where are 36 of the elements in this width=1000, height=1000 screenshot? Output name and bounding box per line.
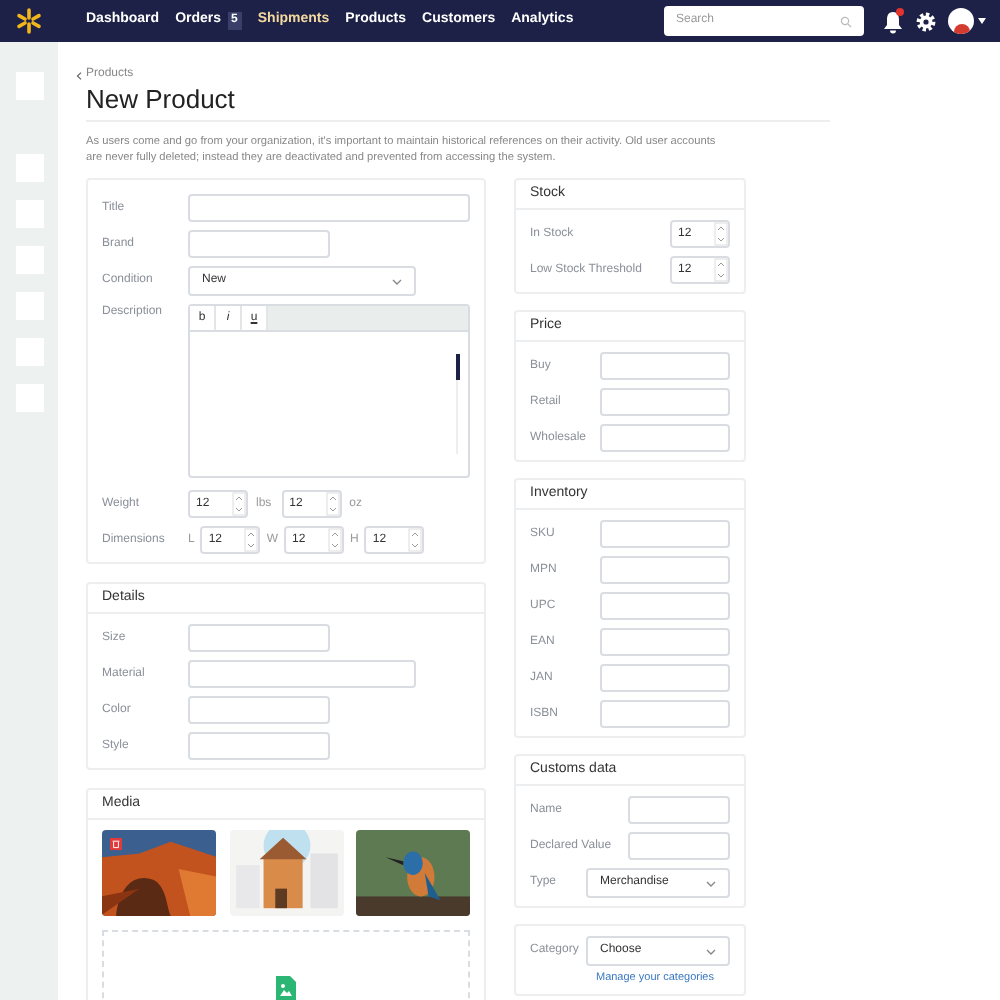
input-field[interactable]: [600, 388, 730, 416]
search-icon: [840, 15, 852, 27]
input-field[interactable]: [188, 624, 330, 652]
chevron-down-icon: [392, 277, 402, 285]
spark-logo-icon[interactable]: [16, 8, 42, 34]
chevron-down-icon: [706, 947, 716, 955]
bell-icon[interactable]: [882, 9, 904, 33]
delete-icon[interactable]: [110, 838, 122, 850]
stepper-icon: [714, 222, 728, 246]
stepper-icon: [408, 528, 423, 552]
input-field[interactable]: [600, 664, 730, 692]
stepper-icon: [328, 528, 343, 552]
input-field[interactable]: [600, 520, 730, 548]
page-title: New Product: [86, 84, 830, 122]
input-field[interactable]: [188, 660, 416, 688]
input-field[interactable]: [600, 556, 730, 584]
stepper-icon: [244, 528, 259, 552]
chevron-left-icon: [76, 71, 82, 79]
input-field[interactable]: [600, 628, 730, 656]
input-field[interactable]: [628, 796, 730, 824]
input-field[interactable]: [600, 352, 730, 380]
input-field[interactable]: [600, 700, 730, 728]
settings-icon[interactable]: [914, 9, 938, 33]
input-field[interactable]: [600, 424, 730, 452]
input-field[interactable]: [188, 194, 470, 222]
stepper-icon: [325, 492, 340, 516]
input-field[interactable]: [628, 832, 730, 860]
caret-icon[interactable]: [978, 18, 986, 24]
stepper-icon: [232, 492, 246, 516]
stepper-icon: [714, 258, 728, 282]
input-field[interactable]: [188, 230, 330, 258]
avatar[interactable]: [948, 8, 974, 34]
input-field[interactable]: [600, 592, 730, 620]
input-field[interactable]: [188, 732, 330, 760]
chevron-down-icon: [706, 879, 716, 887]
input-field[interactable]: [188, 696, 330, 724]
